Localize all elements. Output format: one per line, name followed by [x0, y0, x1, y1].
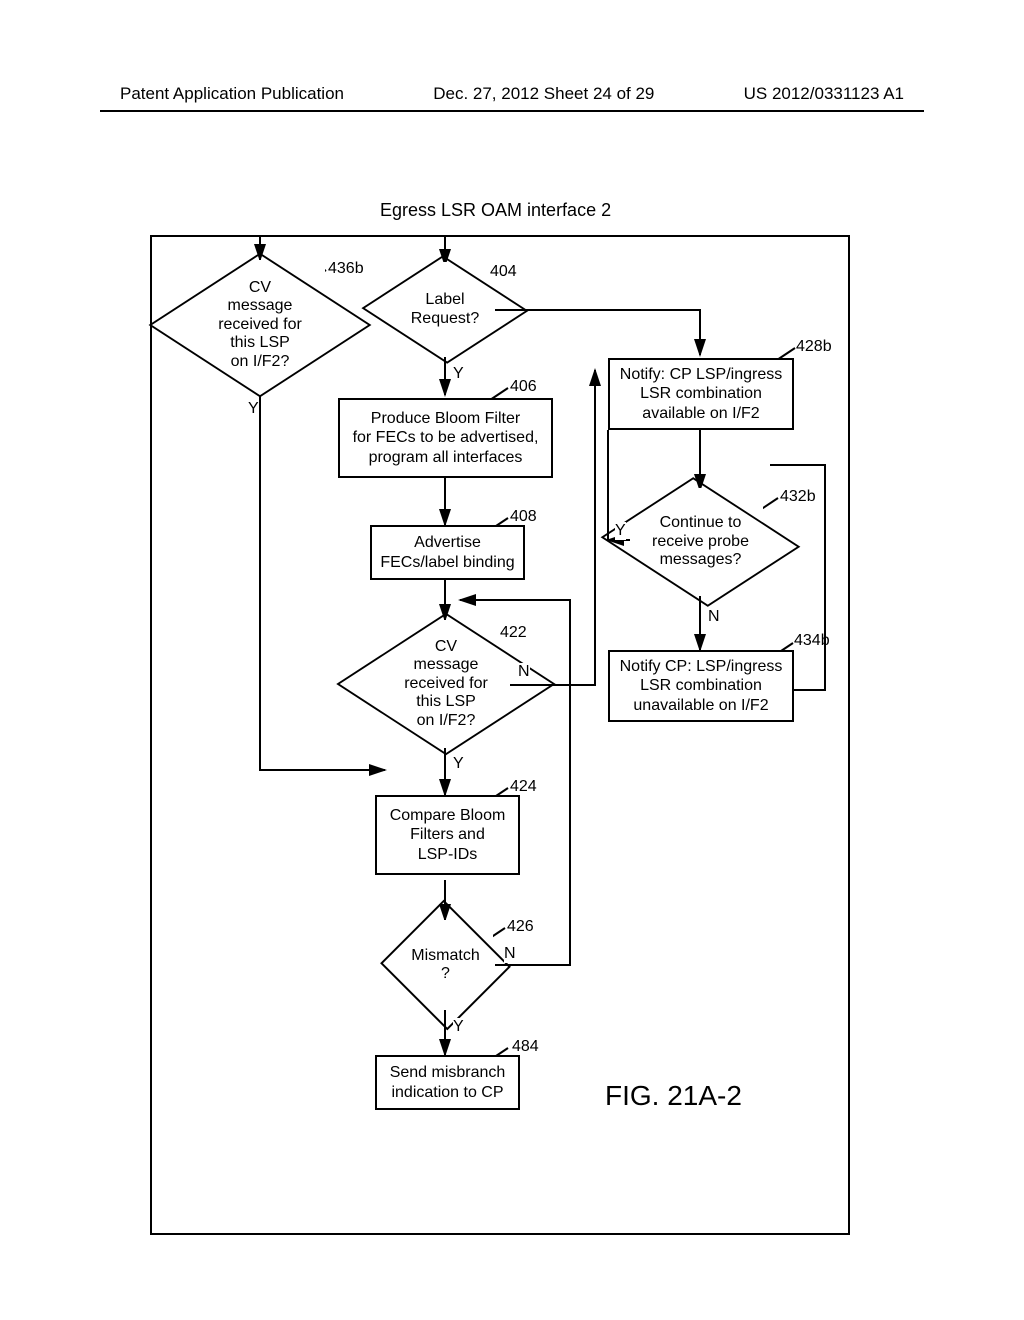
header-divider — [100, 110, 924, 112]
decision-continue-probe: Continue to receive probe messages? — [638, 488, 763, 596]
label-n-426: N — [504, 945, 516, 963]
ref-436b: 436b — [328, 260, 364, 278]
header-left: Patent Application Publication — [120, 84, 344, 104]
header-right: US 2012/0331123 A1 — [744, 84, 904, 104]
diagram-title: Egress LSR OAM interface 2 — [380, 200, 611, 221]
ref-426: 426 — [507, 918, 534, 936]
label-y-436b: Y — [248, 400, 259, 418]
label-n-422: N — [518, 663, 530, 681]
patent-header: Patent Application Publication Dec. 27, … — [0, 84, 1024, 104]
ref-422: 422 — [500, 624, 527, 642]
process-notify-unavailable: Notify CP: LSP/ingress LSR combination u… — [608, 650, 794, 722]
process-notify-available: Notify: CP LSP/ingress LSR combination a… — [608, 358, 794, 430]
label-y-432b: Y — [615, 522, 626, 540]
decision-cv-received-422: CV message received for this LSP on I/F2… — [382, 620, 510, 748]
ref-408: 408 — [510, 508, 537, 526]
label-y-422: Y — [453, 755, 464, 773]
process-produce-bloom: Produce Bloom Filter for FECs to be adve… — [338, 398, 553, 478]
ref-424: 424 — [510, 778, 537, 796]
figure-label: FIG. 21A-2 — [605, 1080, 742, 1112]
label-y-426: Y — [453, 1018, 464, 1036]
header-center: Dec. 27, 2012 Sheet 24 of 29 — [433, 84, 654, 104]
decision-label-request: Label Request? — [395, 262, 495, 357]
ref-406: 406 — [510, 378, 537, 396]
label-n-432b: N — [708, 608, 720, 626]
process-advertise-fecs: Advertise FECs/label binding — [370, 525, 525, 580]
label-y-404: Y — [453, 365, 464, 383]
ref-428b: 428b — [796, 338, 832, 356]
ref-432b: 432b — [780, 488, 816, 506]
flowchart-diagram: Egress LSR OAM interface 2 — [160, 200, 860, 1260]
ref-434b: 434b — [794, 632, 830, 650]
process-compare-bloom: Compare Bloom Filters and LSP-IDs — [375, 795, 520, 875]
ref-404: 404 — [490, 263, 517, 281]
process-send-misbranch: Send misbranch indication to CP — [375, 1055, 520, 1110]
ref-484: 484 — [512, 1038, 539, 1056]
decision-cv-received-436b: CV message received for this LSP on I/F2… — [195, 260, 325, 390]
decision-mismatch: Mismatch ? — [398, 920, 493, 1010]
